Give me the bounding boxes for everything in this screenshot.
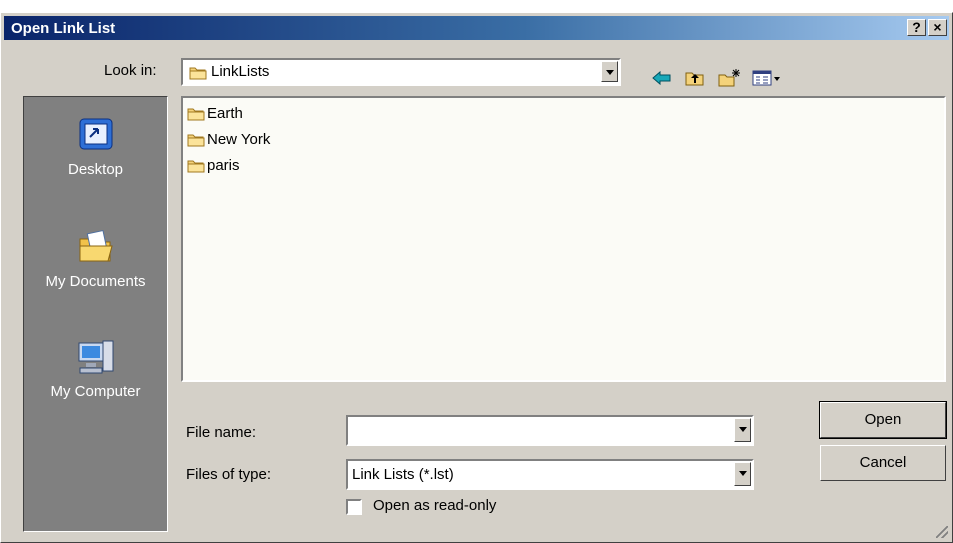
file-name: paris bbox=[207, 156, 240, 174]
files-of-type-value: Link Lists (*.lst) bbox=[352, 466, 454, 483]
look-in-value: LinkLists bbox=[211, 63, 270, 80]
view-menu-icon[interactable] bbox=[752, 68, 782, 88]
title-bar[interactable]: Open Link List ? × bbox=[4, 16, 949, 40]
list-item[interactable]: Earth bbox=[187, 102, 243, 124]
place-my-documents[interactable]: My Documents bbox=[24, 227, 167, 290]
resize-grip[interactable] bbox=[936, 526, 948, 538]
cancel-button[interactable]: Cancel bbox=[820, 445, 946, 481]
place-my-computer[interactable]: My Computer bbox=[24, 337, 167, 400]
place-my-documents-label: My Documents bbox=[45, 273, 146, 290]
file-name-label: File name: bbox=[186, 424, 257, 441]
open-link-list-dialog: Open Link List ? × Look in: LinkLists De… bbox=[0, 12, 953, 543]
file-name: New York bbox=[207, 130, 271, 148]
files-of-type-label: Files of type: bbox=[186, 466, 272, 483]
file-name-dropdown-arrow[interactable] bbox=[734, 418, 751, 442]
read-only-checkbox[interactable] bbox=[346, 499, 362, 515]
read-only-label[interactable]: Open as read-only bbox=[373, 497, 496, 514]
new-folder-icon[interactable] bbox=[717, 68, 741, 88]
close-button[interactable]: × bbox=[928, 19, 947, 36]
folder-icon bbox=[189, 67, 207, 80]
help-button[interactable]: ? bbox=[907, 19, 926, 36]
folder-icon bbox=[187, 160, 205, 172]
my-documents-icon bbox=[79, 229, 113, 262]
desktop-icon bbox=[79, 118, 112, 150]
folder-icon bbox=[187, 108, 205, 120]
window-title: Open Link List bbox=[11, 20, 116, 37]
files-of-type-dropdown-arrow[interactable] bbox=[734, 462, 751, 486]
file-list[interactable]: Earth New York paris bbox=[181, 96, 946, 382]
up-folder-icon[interactable] bbox=[684, 68, 706, 88]
places-bar: Desktop My Documents My Computer bbox=[23, 96, 168, 532]
place-desktop[interactable]: Desktop bbox=[24, 115, 167, 178]
files-of-type-dropdown[interactable]: Link Lists (*.lst) bbox=[346, 459, 754, 490]
place-my-computer-label: My Computer bbox=[50, 383, 141, 400]
my-computer-icon bbox=[78, 340, 113, 374]
look-in-dropdown-arrow[interactable] bbox=[601, 61, 618, 82]
list-item[interactable]: paris bbox=[187, 154, 240, 176]
file-name-input[interactable] bbox=[346, 415, 754, 446]
place-desktop-label: Desktop bbox=[67, 161, 124, 178]
back-icon[interactable] bbox=[651, 68, 673, 88]
folder-icon bbox=[187, 134, 205, 146]
open-button[interactable]: Open bbox=[819, 401, 947, 439]
list-item[interactable]: New York bbox=[187, 128, 270, 150]
look-in-label: Look in: bbox=[104, 62, 157, 79]
look-in-dropdown[interactable]: LinkLists bbox=[181, 58, 621, 86]
file-name: Earth bbox=[207, 104, 243, 122]
